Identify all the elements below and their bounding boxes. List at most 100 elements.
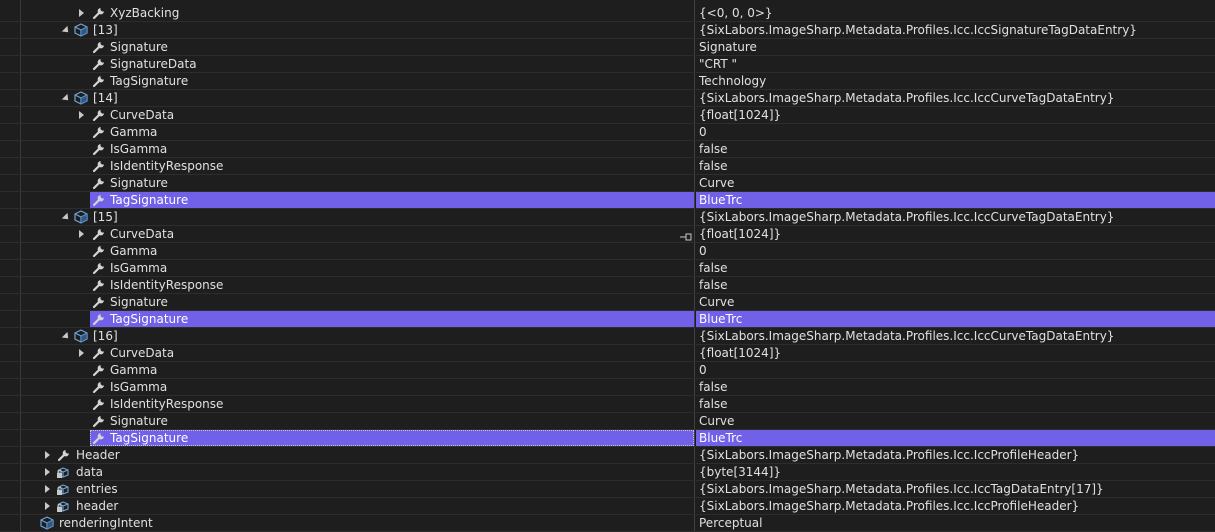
name-cell[interactable]: entries xyxy=(0,481,694,497)
name-cell[interactable]: Signature xyxy=(0,175,694,191)
expand-toggle-icon[interactable] xyxy=(42,450,52,460)
value-cell[interactable]: {float[1024]} xyxy=(696,107,1215,123)
expand-toggle-icon[interactable] xyxy=(42,484,52,494)
tree-row[interactable]: Gamma 0 xyxy=(0,243,1215,260)
value-cell[interactable]: {float[1024]} xyxy=(696,226,1215,242)
name-cell[interactable]: Gamma xyxy=(0,124,694,140)
tree-row[interactable]: [16] {SixLabors.ImageSharp.Metadata.Profi… xyxy=(0,328,1215,345)
value-cell[interactable]: Curve xyxy=(696,175,1215,191)
expand-toggle-icon[interactable] xyxy=(76,348,86,358)
value-cell[interactable]: {SixLabors.ImageSharp.Metadata.Profiles.… xyxy=(696,90,1215,106)
tree-row[interactable]: CurveData {float[1024]} xyxy=(0,226,1215,243)
value-cell[interactable]: 0 xyxy=(696,124,1215,140)
tree-row[interactable]: IsIdentityResponse false xyxy=(0,277,1215,294)
name-cell[interactable]: IsIdentityResponse xyxy=(0,396,694,412)
name-cell[interactable]: Signature xyxy=(0,39,694,55)
tree-row[interactable]: IsGamma false xyxy=(0,260,1215,277)
name-cell[interactable]: [15] xyxy=(0,209,694,225)
tree-row[interactable]: entries {SixLabors.ImageSharp.Metadata.Pr… xyxy=(0,481,1215,498)
name-cell[interactable]: IsGamma xyxy=(0,141,694,157)
name-cell[interactable]: CurveData xyxy=(0,345,694,361)
collapse-toggle-icon[interactable] xyxy=(60,93,72,103)
name-cell[interactable]: TagSignature xyxy=(90,430,694,446)
tree-row[interactable]: [13] {SixLabors.ImageSharp.Metadata.Profi… xyxy=(0,22,1215,39)
tree-row[interactable]: Gamma 0 xyxy=(0,362,1215,379)
tree-row[interactable]: Signature Curve xyxy=(0,294,1215,311)
value-cell[interactable]: {SixLabors.ImageSharp.Metadata.Profiles.… xyxy=(696,328,1215,344)
name-cell[interactable]: CurveData xyxy=(0,226,694,242)
value-cell[interactable]: {SixLabors.ImageSharp.Metadata.Profiles.… xyxy=(696,209,1215,225)
tree-row[interactable]: IsIdentityResponse false xyxy=(0,158,1215,175)
tree-row[interactable]: Header {SixLabors.ImageSharp.Metadata.Pro… xyxy=(0,447,1215,464)
name-cell[interactable]: [14] xyxy=(0,90,694,106)
tree-row[interactable]: XyzBacking {<0, 0, 0>} xyxy=(0,5,1215,22)
tree-row[interactable]: data {byte[3144]} xyxy=(0,464,1215,481)
name-cell[interactable]: TagSignature xyxy=(90,192,694,208)
expand-toggle-icon[interactable] xyxy=(76,110,86,120)
name-cell[interactable]: IsIdentityResponse xyxy=(0,158,694,174)
tree-row[interactable]: header {SixLabors.ImageSharp.Metadata.Pro… xyxy=(0,498,1215,515)
name-cell[interactable]: SignatureData xyxy=(0,56,694,72)
tree-row[interactable]: IsGamma false xyxy=(0,379,1215,396)
value-cell[interactable]: {SixLabors.ImageSharp.Metadata.Profiles.… xyxy=(696,498,1215,514)
value-cell[interactable]: false xyxy=(696,260,1215,276)
tree-row[interactable]: renderingIntent Perceptual xyxy=(0,515,1215,532)
value-cell[interactable]: {SixLabors.ImageSharp.Metadata.Profiles.… xyxy=(696,22,1215,38)
value-cell[interactable]: {byte[3144]} xyxy=(696,464,1215,480)
name-cell[interactable]: TagSignature xyxy=(0,73,694,89)
tree-row[interactable]: Signature Curve xyxy=(0,413,1215,430)
tree-row[interactable]: Signature Signature xyxy=(0,39,1215,56)
value-cell[interactable]: false xyxy=(696,379,1215,395)
collapse-toggle-icon[interactable] xyxy=(60,331,72,341)
tree-row[interactable]: Gamma 0 xyxy=(0,124,1215,141)
name-cell[interactable]: data xyxy=(0,464,694,480)
tree-row[interactable]: TagSignature BlueTrc xyxy=(0,311,1215,328)
tree-row[interactable]: TagSignature Technology xyxy=(0,73,1215,90)
name-cell[interactable]: IsGamma xyxy=(0,260,694,276)
value-cell[interactable]: 0 xyxy=(696,362,1215,378)
name-cell[interactable]: Gamma xyxy=(0,362,694,378)
expand-toggle-icon[interactable] xyxy=(76,229,86,239)
value-cell[interactable]: BlueTrc xyxy=(696,192,1215,208)
value-cell[interactable]: BlueTrc xyxy=(696,311,1215,327)
pin-icon[interactable] xyxy=(680,230,692,241)
tree-row[interactable]: TagSignature BlueTrc xyxy=(0,430,1215,447)
value-cell[interactable]: {SixLabors.ImageSharp.Metadata.Profiles.… xyxy=(696,481,1215,497)
name-cell[interactable]: TagSignature xyxy=(90,311,694,327)
value-cell[interactable]: Curve xyxy=(696,294,1215,310)
value-cell[interactable]: 0 xyxy=(696,243,1215,259)
name-cell[interactable]: IsGamma xyxy=(0,379,694,395)
tree-row[interactable]: [14] {SixLabors.ImageSharp.Metadata.Profi… xyxy=(0,90,1215,107)
tree-row[interactable]: [15] {SixLabors.ImageSharp.Metadata.Profi… xyxy=(0,209,1215,226)
name-cell[interactable]: XyzBacking xyxy=(0,5,694,21)
value-cell[interactable]: BlueTrc xyxy=(696,430,1215,446)
value-cell[interactable]: Curve xyxy=(696,413,1215,429)
tree-row[interactable]: IsGamma false xyxy=(0,141,1215,158)
name-cell[interactable]: [13] xyxy=(0,22,694,38)
name-cell[interactable]: header xyxy=(0,498,694,514)
value-cell[interactable]: {<0, 0, 0>} xyxy=(696,5,1215,21)
name-cell[interactable]: Signature xyxy=(0,294,694,310)
tree-row[interactable]: Signature Curve xyxy=(0,175,1215,192)
tree-row[interactable]: TagSignature BlueTrc xyxy=(0,192,1215,209)
value-cell[interactable]: Technology xyxy=(696,73,1215,89)
collapse-toggle-icon[interactable] xyxy=(60,25,72,35)
value-cell[interactable]: false xyxy=(696,396,1215,412)
value-cell[interactable]: false xyxy=(696,277,1215,293)
value-cell[interactable]: false xyxy=(696,141,1215,157)
name-cell[interactable]: [16] xyxy=(0,328,694,344)
collapse-toggle-icon[interactable] xyxy=(60,212,72,222)
name-cell[interactable]: IsIdentityResponse xyxy=(0,277,694,293)
value-cell[interactable]: "CRT " xyxy=(696,56,1215,72)
value-cell[interactable]: Perceptual xyxy=(696,515,1215,531)
tree-row[interactable]: IsIdentityResponse false xyxy=(0,396,1215,413)
tree-row[interactable]: SignatureData "CRT " xyxy=(0,56,1215,73)
value-cell[interactable]: {float[1024]} xyxy=(696,345,1215,361)
name-cell[interactable]: Header xyxy=(0,447,694,463)
tree-row[interactable]: CurveData {float[1024]} xyxy=(0,107,1215,124)
name-cell[interactable]: Gamma xyxy=(0,243,694,259)
expand-toggle-icon[interactable] xyxy=(42,501,52,511)
value-cell[interactable]: false xyxy=(696,158,1215,174)
tree-row[interactable]: CurveData {float[1024]} xyxy=(0,345,1215,362)
name-cell[interactable]: Signature xyxy=(0,413,694,429)
